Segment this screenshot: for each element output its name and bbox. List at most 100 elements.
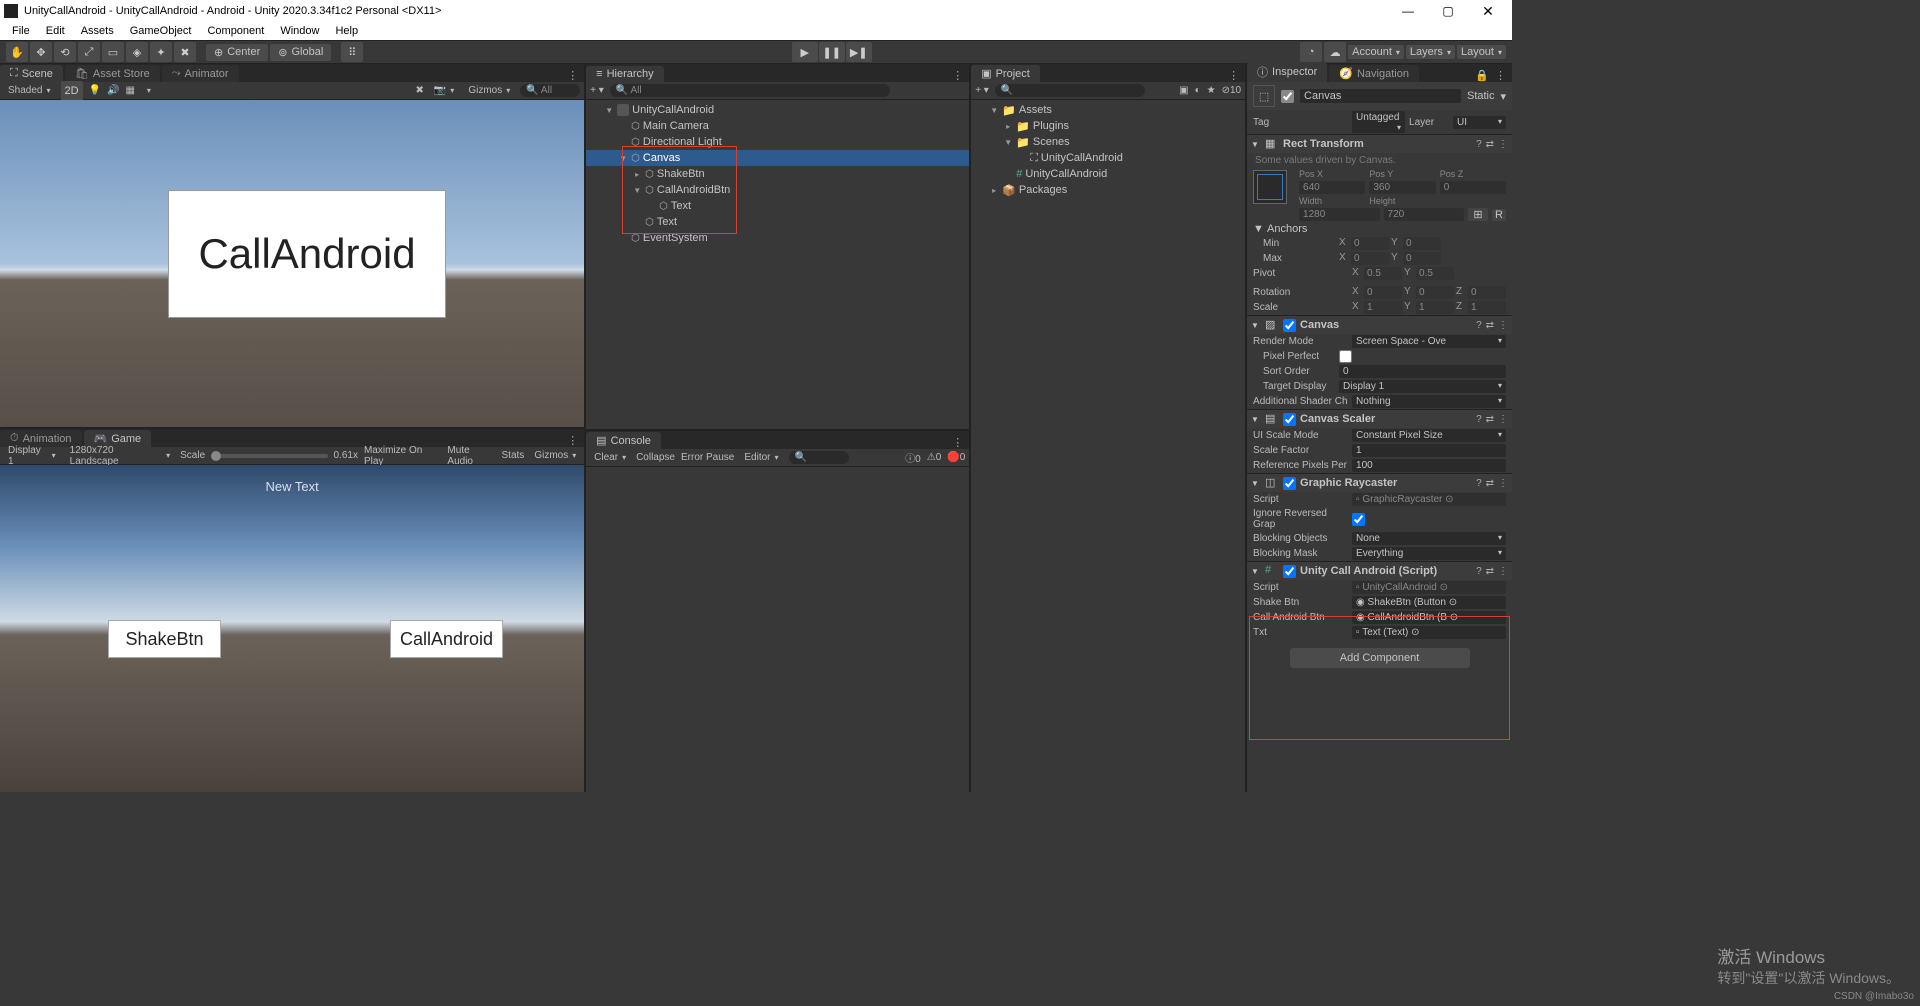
- project-plugins[interactable]: ▸📁 Plugins: [971, 118, 1245, 134]
- scale-tool-button[interactable]: ⤢: [78, 42, 100, 62]
- hierarchy-item[interactable]: ▸⬡ShakeBtn: [586, 166, 969, 182]
- tab-animator[interactable]: ⤳ Animator: [162, 65, 239, 82]
- gameobject-name-field[interactable]: Canvas: [1300, 89, 1461, 103]
- audio-icon[interactable]: 🔊: [107, 85, 119, 96]
- blueprint-button[interactable]: ⊞: [1468, 208, 1488, 221]
- script-enabled[interactable]: [1283, 565, 1296, 578]
- transform-tool-button[interactable]: ◈: [126, 42, 148, 62]
- console-clear[interactable]: Clear: [590, 451, 630, 464]
- gizmos-dropdown[interactable]: Gizmos: [464, 84, 514, 97]
- console-err-count[interactable]: 🛑0: [947, 452, 965, 463]
- refpx-field[interactable]: 100: [1352, 459, 1506, 472]
- scaler-enabled[interactable]: [1283, 413, 1296, 426]
- game-gizmos-dropdown[interactable]: Gizmos: [530, 449, 580, 462]
- menu-window[interactable]: Window: [272, 24, 327, 38]
- layers-dropdown[interactable]: Layers: [1406, 45, 1455, 59]
- stats-toggle[interactable]: Stats: [502, 450, 525, 461]
- custom-tool-button[interactable]: ✦: [150, 42, 172, 62]
- scene-tools-icon[interactable]: ✖: [415, 85, 423, 96]
- targetdisplay-dropdown[interactable]: Display 1: [1339, 380, 1506, 393]
- component-unitycallandroid[interactable]: ▼#Unity Call Android (Script)?⇄⋮: [1247, 561, 1512, 580]
- hierarchy-tree[interactable]: ▼UnityCallAndroid ⬡Main Camera ⬡Directio…: [586, 100, 969, 429]
- blockobj-dropdown[interactable]: None: [1352, 532, 1506, 545]
- raycaster-enabled[interactable]: [1283, 477, 1296, 490]
- project-tab-menu-icon[interactable]: ⋮: [1222, 69, 1245, 82]
- project-script[interactable]: # UnityCallAndroid: [971, 166, 1245, 182]
- camera-dropdown[interactable]: 📷: [430, 84, 458, 97]
- hierarchy-tab-menu-icon[interactable]: ⋮: [946, 69, 969, 82]
- tab-navigation[interactable]: 🧭 Navigation: [1329, 65, 1419, 82]
- collab-button[interactable]: ◔: [1300, 42, 1322, 62]
- component-canvasscaler[interactable]: ▼▤Canvas Scaler?⇄⋮: [1247, 409, 1512, 428]
- tab-hierarchy[interactable]: ≡ Hierarchy: [586, 66, 664, 82]
- inspector-menu-icon[interactable]: ⋮: [1495, 69, 1506, 82]
- hierarchy-canvas[interactable]: ▼⬡Canvas: [586, 150, 969, 166]
- console-collapse[interactable]: Collapse: [636, 452, 675, 463]
- uiscale-dropdown[interactable]: Constant Pixel Size: [1352, 429, 1506, 442]
- rendermode-dropdown[interactable]: Screen Space - Ove: [1352, 335, 1506, 348]
- project-create-button[interactable]: + ▾: [975, 85, 989, 96]
- add-component-button[interactable]: Add Component: [1290, 648, 1470, 668]
- editor-tool-button[interactable]: ✖: [174, 42, 196, 62]
- console-editor[interactable]: Editor: [740, 451, 782, 464]
- step-button[interactable]: ▶❚: [846, 42, 872, 62]
- project-search[interactable]: 🔍: [995, 84, 1145, 97]
- game-view[interactable]: New Text ShakeBtn CallAndroid: [0, 465, 584, 792]
- 2d-toggle[interactable]: 2D: [61, 81, 83, 101]
- callbtn-field[interactable]: ◉ CallAndroidBtn (B ⊙: [1352, 611, 1506, 624]
- pixelperfect-checkbox[interactable]: [1339, 350, 1352, 363]
- move-tool-button[interactable]: ✥: [30, 42, 52, 62]
- canvas-enabled[interactable]: [1283, 319, 1296, 332]
- console-search[interactable]: 🔍: [789, 451, 849, 464]
- shakebtn-field[interactable]: ◉ ShakeBtn (Button ⊙: [1352, 596, 1506, 609]
- tab-menu-icon[interactable]: ⋮: [561, 69, 584, 82]
- pivot-toggle[interactable]: ⊕Center: [206, 44, 268, 61]
- hierarchy-search[interactable]: 🔍 All: [610, 84, 890, 97]
- scalefactor-field[interactable]: 1: [1352, 444, 1506, 457]
- menu-gameobject[interactable]: GameObject: [122, 24, 200, 38]
- cloud-button[interactable]: ☁: [1324, 42, 1346, 62]
- tab-console[interactable]: ▤ Console: [586, 432, 661, 449]
- fx-icon[interactable]: ▦: [125, 85, 134, 96]
- component-recttransform[interactable]: ▼▦Rect Transform ?⇄⋮: [1247, 134, 1512, 153]
- scene-search[interactable]: 🔍 All: [520, 84, 580, 97]
- shaderchan-dropdown[interactable]: Nothing: [1352, 395, 1506, 408]
- pause-button[interactable]: ❚❚: [819, 42, 845, 62]
- project-scenes[interactable]: ▼📁 Scenes: [971, 134, 1245, 150]
- menu-icon[interactable]: ⋮: [1498, 139, 1508, 150]
- project-fav-icon[interactable]: ▣: [1179, 85, 1188, 96]
- hierarchy-create-button[interactable]: + ▾: [590, 85, 604, 96]
- tab-project[interactable]: ▣ Project: [971, 65, 1040, 82]
- preset-icon[interactable]: ⇄: [1486, 139, 1494, 150]
- space-toggle[interactable]: ⊚Global: [270, 44, 331, 61]
- console-info-count[interactable]: ⓘ0: [905, 450, 921, 465]
- hierarchy-item[interactable]: ⬡EventSystem: [586, 230, 969, 246]
- project-filter-icon[interactable]: ◐: [1195, 85, 1201, 96]
- project-hidden-icon[interactable]: ★: [1207, 85, 1216, 96]
- project-tree[interactable]: ▼📁 Assets ▸📁 Plugins ▼📁 Scenes ⛶ UnityCa…: [971, 100, 1245, 792]
- console-body[interactable]: [586, 467, 969, 792]
- rect-tool-button[interactable]: ▭: [102, 42, 124, 62]
- tab-scene[interactable]: ⛶ Scene: [0, 65, 63, 82]
- gameobject-active-checkbox[interactable]: [1281, 90, 1294, 103]
- sortorder-field[interactable]: 0: [1339, 365, 1506, 378]
- scene-view[interactable]: CallAndroid: [0, 100, 584, 427]
- maximize-toggle[interactable]: Maximize On Play: [364, 445, 441, 467]
- component-canvas[interactable]: ▼▨Canvas?⇄⋮: [1247, 315, 1512, 334]
- project-packages[interactable]: ▸📦 Packages: [971, 182, 1245, 198]
- snap-button[interactable]: ⠿: [341, 42, 363, 62]
- menu-edit[interactable]: Edit: [38, 24, 73, 38]
- hierarchy-item[interactable]: ⬡Text: [586, 214, 969, 230]
- console-warn-count[interactable]: ⚠0: [927, 452, 942, 463]
- shading-dropdown[interactable]: Shaded: [4, 84, 55, 97]
- help-icon[interactable]: ?: [1476, 139, 1482, 150]
- maximize-button[interactable]: ▢: [1428, 0, 1468, 22]
- inspector-lock-icon[interactable]: 🔒: [1475, 69, 1489, 82]
- project-scenefile[interactable]: ⛶ UnityCallAndroid: [971, 150, 1245, 166]
- display-dropdown[interactable]: Display 1: [4, 444, 60, 468]
- hierarchy-item[interactable]: ⬡Directional Light: [586, 134, 969, 150]
- minimize-button[interactable]: —: [1388, 0, 1428, 22]
- hierarchy-item[interactable]: ⬡Main Camera: [586, 118, 969, 134]
- static-dropdown[interactable]: ▾: [1501, 90, 1507, 103]
- hierarchy-scene-row[interactable]: ▼UnityCallAndroid: [586, 102, 969, 118]
